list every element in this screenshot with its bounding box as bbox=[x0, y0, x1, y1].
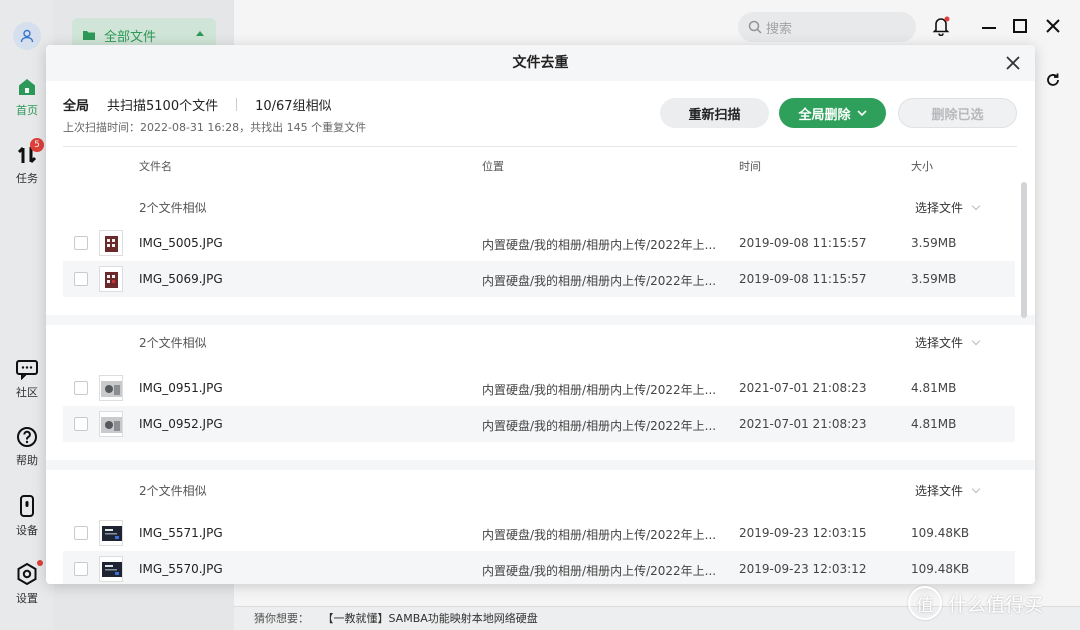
watermark-logo: 值 bbox=[908, 586, 942, 620]
file-location: 内置硬盘/我的相册/相册内上传/2022年上... bbox=[482, 274, 717, 288]
select-files-label: 选择文件 bbox=[915, 201, 964, 215]
image-thumbnail bbox=[99, 230, 123, 256]
column-time[interactable]: 时间 bbox=[739, 158, 761, 174]
file-time: 2019-09-08 11:15:57 bbox=[739, 236, 867, 250]
group-label: 2个文件相似 bbox=[139, 201, 207, 215]
file-checkbox[interactable] bbox=[74, 272, 88, 286]
duplicate-group: 2个文件相似 选择文件 IMG_5571.JPG 内置硬盘/我的相册/相册内上传… bbox=[46, 470, 1035, 584]
duplicate-list: 2个文件相似 选择文件 IMG_5005.JPG 内置硬盘/我的相册/相册内上传… bbox=[46, 180, 1035, 584]
chevron-down-icon bbox=[971, 336, 981, 346]
select-files-dropdown[interactable]: 选择文件 bbox=[915, 334, 981, 351]
delete-selected-button[interactable]: 删除已选 bbox=[898, 98, 1017, 128]
file-checkbox[interactable] bbox=[74, 381, 88, 395]
scope-label: 全局 bbox=[63, 99, 90, 114]
scan-summary: 全局 共扫描5100个文件 10/67组相似 bbox=[63, 95, 332, 114]
file-time: 2019-09-08 11:15:57 bbox=[739, 272, 867, 286]
image-thumbnail bbox=[99, 266, 123, 292]
watermark: 值 什么值得买 bbox=[908, 586, 1043, 620]
file-checkbox[interactable] bbox=[74, 417, 88, 431]
chevron-down-icon bbox=[971, 201, 981, 211]
dedupe-dialog: 文件去重 全局 共扫描5100个文件 10/67组相似 上次扫描时间：2022-… bbox=[46, 45, 1035, 584]
group-label: 2个文件相似 bbox=[139, 484, 207, 498]
column-name[interactable]: 文件名 bbox=[139, 158, 172, 174]
rescan-button[interactable]: 重新扫描 bbox=[660, 98, 769, 128]
file-row[interactable]: IMG_0952.JPG 内置硬盘/我的相册/相册内上传/2022年上... 2… bbox=[63, 406, 1015, 442]
file-size: 3.59MB bbox=[911, 272, 957, 286]
image-thumbnail bbox=[99, 556, 123, 582]
duplicate-group: 2个文件相似 选择文件 IMG_5005.JPG 内置硬盘/我的相册/相册内上传… bbox=[46, 180, 1035, 297]
close-icon[interactable] bbox=[1005, 55, 1021, 71]
watermark-text: 什么值得买 bbox=[948, 593, 1044, 616]
file-location: 内置硬盘/我的相册/相册内上传/2022年上... bbox=[482, 528, 717, 542]
divider bbox=[236, 98, 238, 111]
chevron-down-icon bbox=[971, 484, 981, 494]
file-location: 内置硬盘/我的相册/相册内上传/2022年上... bbox=[482, 238, 717, 252]
duplicate-group: 2个文件相似 选择文件 IMG_0951.JPG 内置硬盘/我的相册/相册内上传… bbox=[46, 325, 1035, 442]
file-row[interactable]: IMG_5571.JPG 内置硬盘/我的相册/相册内上传/2022年上... 2… bbox=[63, 515, 1015, 551]
file-time: 2021-07-01 21:08:23 bbox=[739, 381, 867, 395]
file-checkbox[interactable] bbox=[74, 562, 88, 576]
file-time: 2019-09-23 12:03:15 bbox=[739, 526, 867, 540]
file-size: 109.48KB bbox=[911, 562, 970, 576]
file-name: IMG_5571.JPG bbox=[139, 526, 223, 540]
list-scrollbar[interactable] bbox=[1021, 182, 1027, 318]
file-row[interactable]: IMG_0951.JPG 内置硬盘/我的相册/相册内上传/2022年上... 2… bbox=[63, 370, 1015, 406]
file-size: 109.48KB bbox=[911, 526, 970, 540]
file-row[interactable]: IMG_5069.JPG 内置硬盘/我的相册/相册内上传/2022年上... 2… bbox=[63, 261, 1015, 297]
group-label: 2个文件相似 bbox=[139, 336, 207, 350]
global-delete-button[interactable]: 全局删除 bbox=[779, 98, 886, 128]
select-files-label: 选择文件 bbox=[915, 484, 964, 498]
file-name: IMG_5069.JPG bbox=[139, 272, 223, 286]
select-files-dropdown[interactable]: 选择文件 bbox=[915, 199, 981, 216]
file-location: 内置硬盘/我的相册/相册内上传/2022年上... bbox=[482, 383, 717, 397]
global-delete-label: 全局删除 bbox=[798, 107, 851, 123]
similar-groups: 10/67组相似 bbox=[255, 99, 332, 114]
chevron-down-icon bbox=[856, 110, 867, 116]
file-name: IMG_5005.JPG bbox=[139, 236, 223, 250]
file-checkbox[interactable] bbox=[74, 526, 88, 540]
scanned-count: 共扫描5100个文件 bbox=[107, 99, 219, 114]
image-thumbnail bbox=[99, 520, 123, 546]
last-scan-info: 上次扫描时间：2022-08-31 16:28，共找出 145 个重复文件 bbox=[63, 121, 367, 134]
file-time: 2019-09-23 12:03:12 bbox=[739, 562, 867, 576]
file-name: IMG_0951.JPG bbox=[139, 381, 223, 395]
group-header: 2个文件相似 选择文件 bbox=[46, 180, 1035, 225]
group-header: 2个文件相似 选择文件 bbox=[46, 470, 1035, 515]
group-header: 2个文件相似 选择文件 bbox=[46, 325, 1035, 370]
column-location[interactable]: 位置 bbox=[482, 158, 504, 174]
file-checkbox[interactable] bbox=[74, 236, 88, 250]
image-thumbnail bbox=[99, 375, 123, 401]
file-location: 内置硬盘/我的相册/相册内上传/2022年上... bbox=[482, 419, 717, 433]
group-separator bbox=[46, 315, 1035, 325]
column-size[interactable]: 大小 bbox=[911, 158, 933, 174]
file-size: 3.59MB bbox=[911, 236, 957, 250]
group-separator bbox=[46, 460, 1035, 470]
file-row[interactable]: IMG_5570.JPG 内置硬盘/我的相册/相册内上传/2022年上... 2… bbox=[63, 551, 1015, 584]
select-files-dropdown[interactable]: 选择文件 bbox=[915, 482, 981, 499]
file-location: 内置硬盘/我的相册/相册内上传/2022年上... bbox=[482, 564, 717, 578]
file-time: 2021-07-01 21:08:23 bbox=[739, 417, 867, 431]
image-thumbnail bbox=[99, 411, 123, 437]
file-size: 4.81MB bbox=[911, 417, 957, 431]
select-files-label: 选择文件 bbox=[915, 336, 964, 350]
table-header: 文件名 位置 时间 大小 bbox=[63, 146, 1017, 180]
file-row[interactable]: IMG_5005.JPG 内置硬盘/我的相册/相册内上传/2022年上... 2… bbox=[63, 225, 1015, 261]
file-name: IMG_0952.JPG bbox=[139, 417, 223, 431]
file-name: IMG_5570.JPG bbox=[139, 562, 223, 576]
dialog-title: 文件去重 bbox=[46, 45, 1035, 81]
file-size: 4.81MB bbox=[911, 381, 957, 395]
